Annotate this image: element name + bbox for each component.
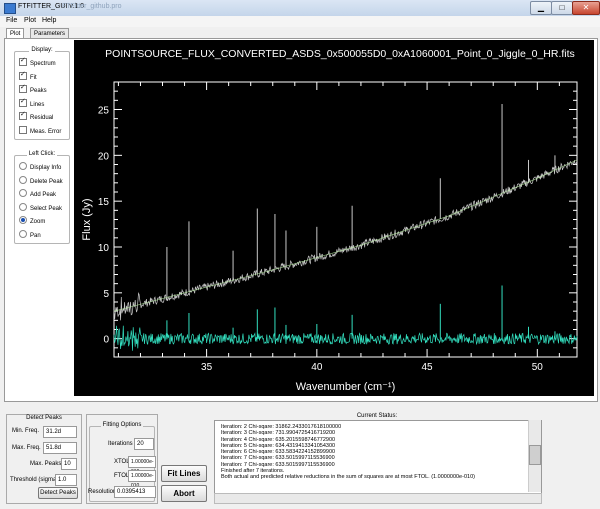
resolution-label: Resolution <box>88 489 117 495</box>
close-button[interactable]: ✕ <box>572 1 600 15</box>
max-freq-field[interactable]: 51.8d <box>43 442 77 454</box>
maximize-button[interactable]: □ <box>551 1 573 15</box>
option-label: Pan <box>30 232 41 239</box>
left-click-label: Left Click: <box>26 151 58 157</box>
x-tick-label: 45 <box>422 362 434 373</box>
min-freq-label: Min. Freq. <box>12 428 40 434</box>
option-label: Display Info <box>30 165 62 171</box>
max-freq-label: Max. Freq. <box>12 445 41 451</box>
min-freq-field[interactable]: 31.2d <box>43 426 77 438</box>
window-ghost-title: FTFitter_github.pro <box>62 3 122 10</box>
left-click-group: Left Click: Display Info Delete Peak Add P… <box>14 151 70 244</box>
option-label: Zoom <box>30 219 46 225</box>
menu-bar: File Plot Help <box>0 16 600 27</box>
detect-peaks-title: Detect Peaks <box>26 415 62 421</box>
y-axis-label: Flux (Jy) <box>81 198 93 240</box>
left-click-option-select-peak[interactable]: Select Peak <box>19 202 63 213</box>
option-label: Add Peak <box>30 192 57 198</box>
minimize-button[interactable]: ▁ <box>530 1 552 15</box>
menu-file[interactable]: File <box>6 17 17 24</box>
ftol-field[interactable]: 1.00000e-010 <box>128 470 156 489</box>
xtol-field[interactable]: 1.00000e-010 <box>128 456 156 475</box>
left-click-option-pan[interactable]: Pan <box>19 229 41 240</box>
option-label: Meas. Error <box>30 128 62 135</box>
checkbox-icon[interactable] <box>19 125 27 134</box>
display-option-meas-error[interactable]: Meas. Error <box>19 125 62 136</box>
left-click-option-zoom[interactable]: Zoom <box>19 216 45 226</box>
status-title: Current Status: <box>356 413 398 419</box>
display-option-fit[interactable]: Fit <box>19 70 37 82</box>
checkbox-icon[interactable] <box>19 70 27 80</box>
display-option-residual[interactable]: Residual <box>19 110 54 122</box>
menu-plot[interactable]: Plot <box>24 17 36 24</box>
threshold-field[interactable]: 1.0 <box>55 474 77 486</box>
fitting-options-title: Fitting Options <box>100 422 144 428</box>
y-tick-label: 25 <box>98 106 110 117</box>
option-label: Lines <box>30 101 45 108</box>
residual-line <box>113 325 578 351</box>
display-option-peaks[interactable]: Peaks <box>19 83 47 95</box>
left-click-option-add-peak[interactable]: Add Peak <box>19 189 56 199</box>
option-label: Peaks <box>30 88 47 94</box>
left-click-option-display-info[interactable]: Display Info <box>19 162 61 172</box>
x-axis-label: Wavenumber (cm⁻¹) <box>296 381 396 393</box>
status-log: Iteration: 2 Chi-sqare: 31862.2433017618… <box>214 420 542 494</box>
checkbox-icon[interactable] <box>19 110 27 120</box>
radio-icon[interactable] <box>19 216 27 224</box>
left-click-option-delete-peak[interactable]: Delete Peak <box>19 175 63 186</box>
display-label: Display: <box>29 47 55 53</box>
y-tick-label: 10 <box>98 243 110 254</box>
minimize-icon: ▁ <box>537 3 545 12</box>
app-icon <box>4 3 16 14</box>
y-tick-label: 5 <box>103 289 109 300</box>
plot-frame <box>113 81 578 358</box>
max-peaks-field[interactable]: 10 <box>61 458 77 470</box>
close-icon: ✕ <box>582 3 590 12</box>
fit-lines-button[interactable]: Fit Lines <box>161 465 207 482</box>
display-option-lines[interactable]: Lines <box>19 97 45 109</box>
iterations-label: Iterations <box>108 441 133 447</box>
radio-icon[interactable] <box>19 162 27 170</box>
status-scroll-thumb[interactable] <box>529 445 541 465</box>
radio-icon[interactable] <box>19 175 27 184</box>
chart-title: POINTSOURCE_FLUX_CONVERTED_ASDS_0x500055… <box>105 48 575 60</box>
detect-peaks-button[interactable]: Detect Peaks <box>38 487 78 499</box>
y-tick-label: 15 <box>98 197 110 208</box>
option-label: Delete Peak <box>30 178 63 185</box>
option-label: Fit <box>30 74 37 81</box>
option-label: Spectrum <box>30 61 56 67</box>
title-bar: FTFITTER_GUI v.1.0 FTFitter_github.pro ▁… <box>0 0 600 17</box>
x-tick-label: 50 <box>532 362 544 373</box>
status-line: Both actual and predicted relative reduc… <box>221 474 475 481</box>
x-tick-label: 35 <box>201 362 213 373</box>
x-tick-label: 40 <box>311 362 323 373</box>
option-label: Select Peak <box>30 205 63 212</box>
checkbox-icon[interactable] <box>19 83 27 93</box>
display-group: Display: Spectrum Fit Peaks Lines Residual Me… <box>14 47 70 140</box>
checkbox-icon[interactable] <box>19 56 27 66</box>
option-label: Residual <box>30 115 54 121</box>
threshold-label: Threshold (sigma) <box>10 477 59 483</box>
y-tick-label: 20 <box>98 151 110 162</box>
y-tick-label: 0 <box>103 335 109 346</box>
radio-icon[interactable] <box>19 189 27 197</box>
checkbox-icon[interactable] <box>19 97 27 107</box>
menu-help[interactable]: Help <box>42 17 56 24</box>
status-horizontal-scrollbar[interactable] <box>214 493 542 504</box>
resolution-field[interactable]: 0.0395413 <box>114 486 156 498</box>
abort-button[interactable]: Abort <box>161 485 207 502</box>
spectrum-line <box>113 160 578 321</box>
fit-line <box>113 159 578 312</box>
radio-icon[interactable] <box>19 229 27 238</box>
max-peaks-label: Max. Peaks <box>30 461 62 467</box>
iterations-field[interactable]: 20 <box>134 438 154 450</box>
display-option-spectrum[interactable]: Spectrum <box>19 56 56 68</box>
radio-icon[interactable] <box>19 202 27 211</box>
ftol-label: FTOL <box>114 473 130 479</box>
spectrum-plot[interactable]: POINTSOURCE_FLUX_CONVERTED_ASDS_0x500055… <box>74 40 594 396</box>
maximize-icon: □ <box>559 3 565 12</box>
spectrum-chart[interactable]: POINTSOURCE_FLUX_CONVERTED_ASDS_0x500055… <box>74 40 594 396</box>
